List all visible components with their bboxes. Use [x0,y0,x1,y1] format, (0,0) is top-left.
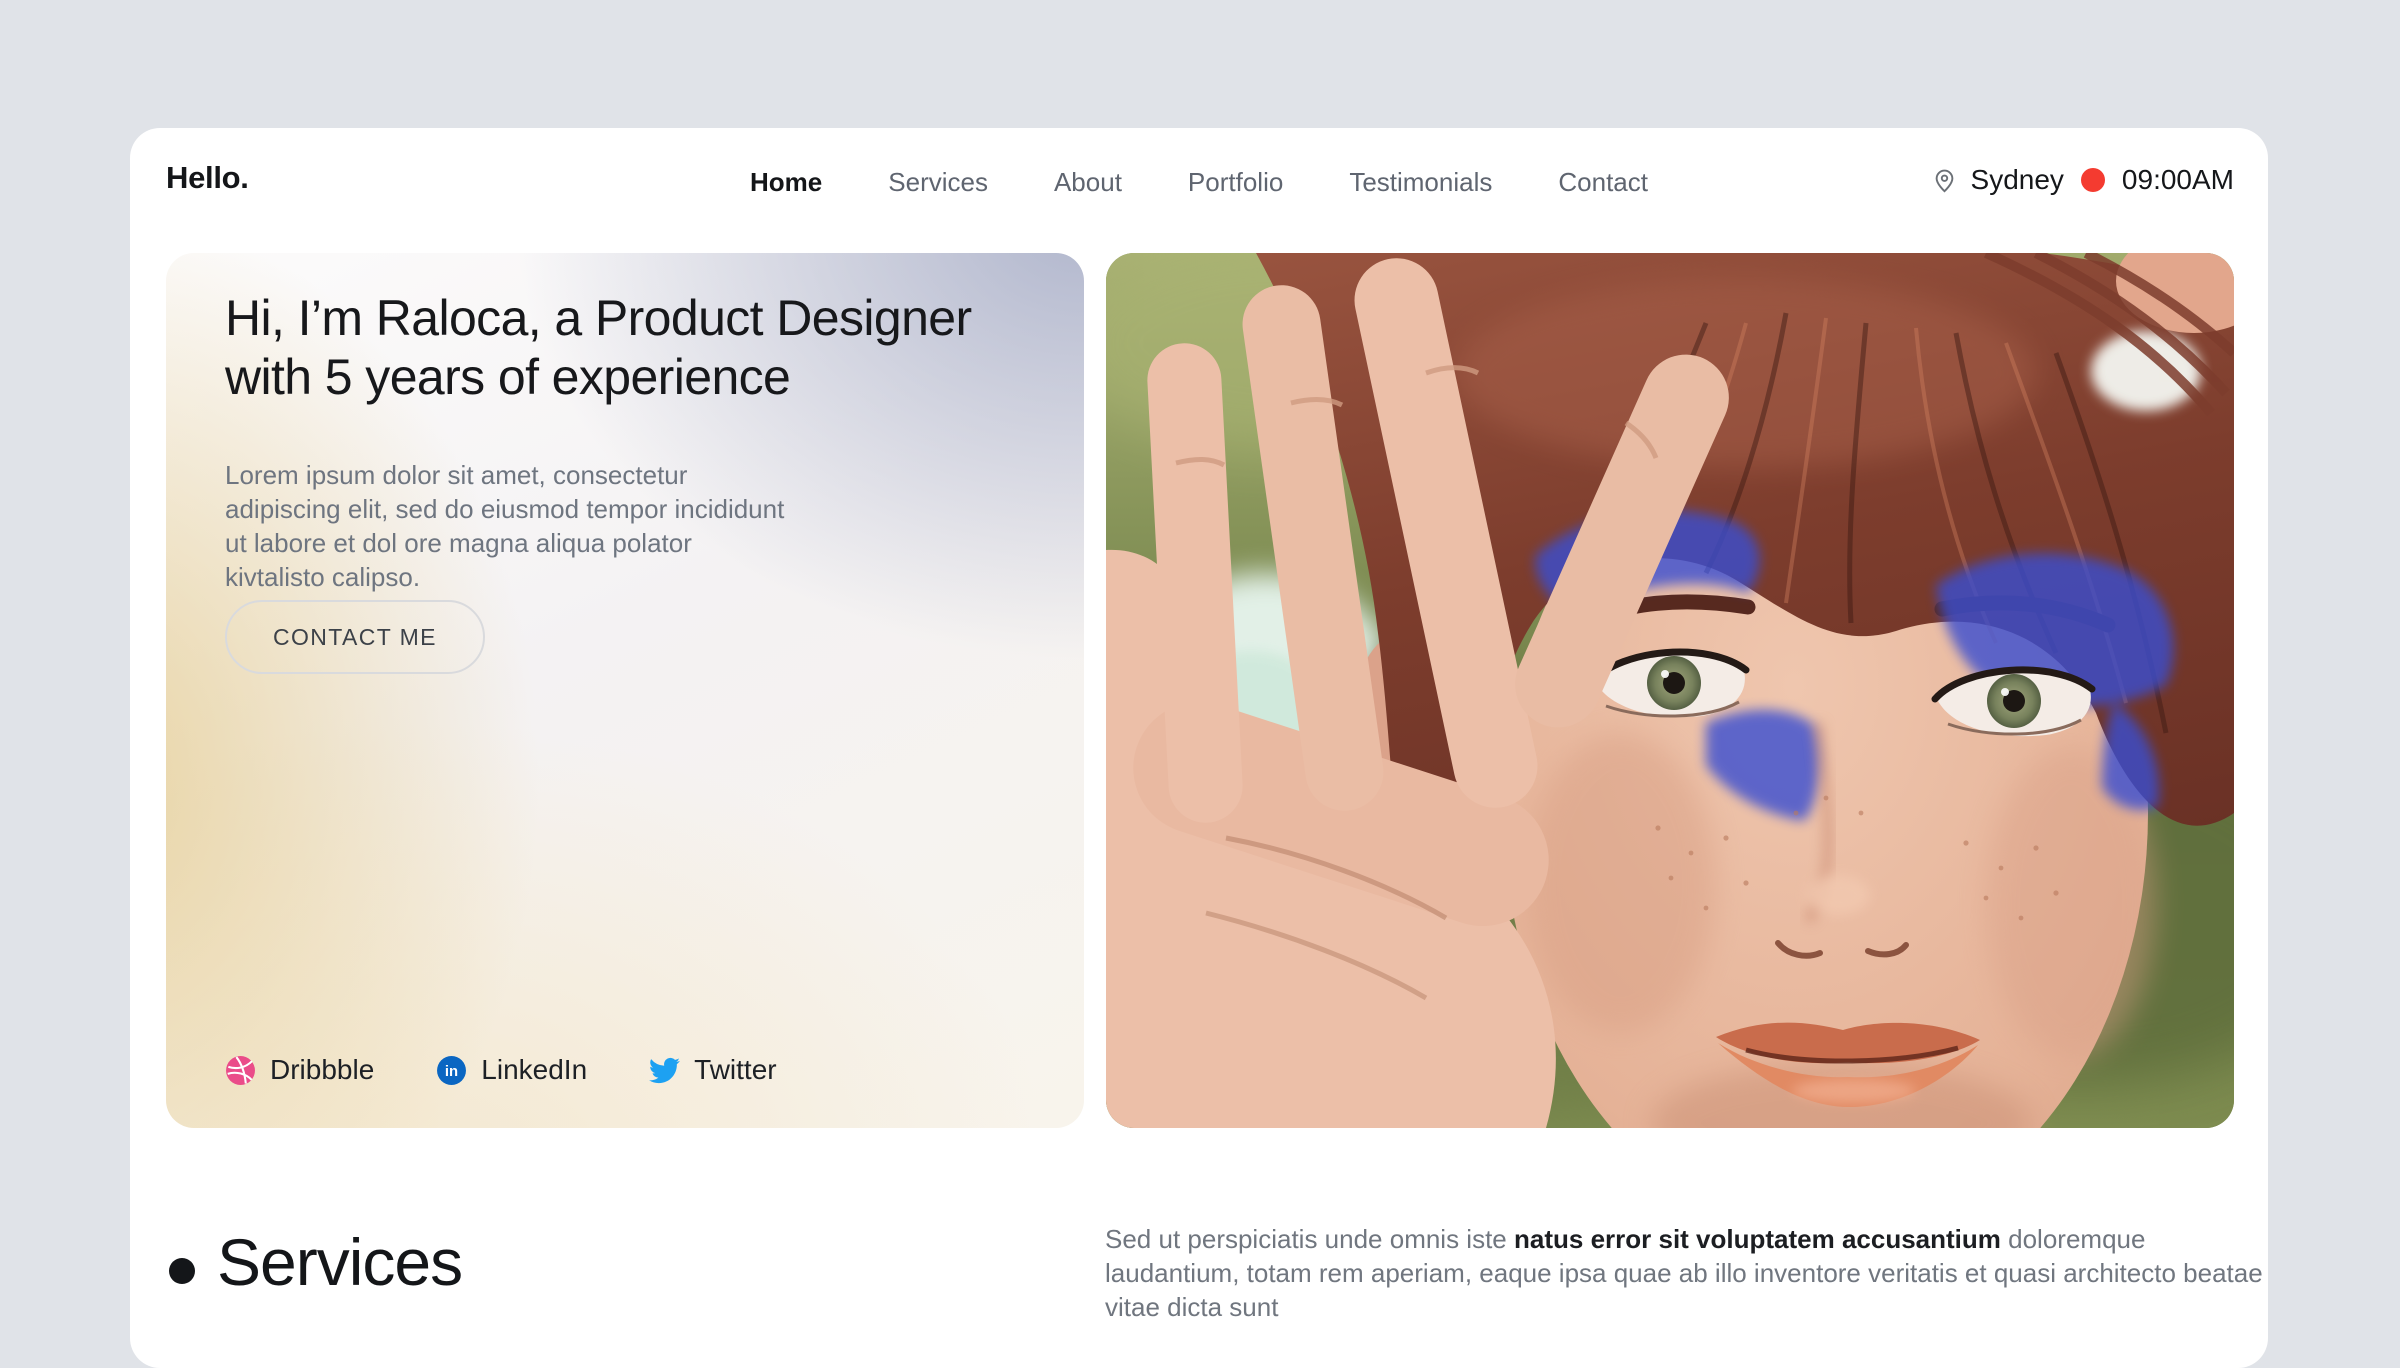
contact-me-button[interactable]: CONTACT ME [225,600,485,674]
hero-card: Hi, I’m Raloca, a Product Designer with … [166,253,1084,1128]
services-title: Services [217,1224,462,1300]
location-pin-icon [1931,167,1958,194]
services-heading: Services [169,1224,462,1300]
intro-text-1: Sed ut perspiciatis unde omnis iste [1105,1224,1514,1254]
social-link-linkedin[interactable]: in LinkedIn [436,1054,587,1086]
intro-text-bold: natus error sit voluptatem accusantium [1514,1224,2001,1254]
logo[interactable]: Hello. [166,160,249,196]
nav-item-portfolio[interactable]: Portfolio [1188,167,1283,198]
dribbble-icon [225,1055,256,1086]
nav-item-home[interactable]: Home [750,167,822,198]
location-time: Sydney 09:00AM [1931,164,2234,196]
main-panel: Hello. Home Services About Portfolio Tes… [130,128,2268,1368]
portrait-photo [1106,253,2234,1128]
social-link-twitter[interactable]: Twitter [649,1054,776,1086]
social-link-dribbble[interactable]: Dribbble [225,1054,374,1086]
services-bullet [169,1258,195,1284]
linkedin-icon: in [436,1055,467,1086]
nav-item-about[interactable]: About [1054,167,1122,198]
local-time: 09:00AM [2122,164,2234,196]
nav-item-testimonials[interactable]: Testimonials [1349,167,1492,198]
portrait-illustration [1106,253,2234,1128]
nav-item-contact[interactable]: Contact [1558,167,1648,198]
services-intro: Sed ut perspiciatis unde omnis iste natu… [1105,1222,2265,1324]
social-label: LinkedIn [481,1054,587,1086]
nav-item-services[interactable]: Services [888,167,988,198]
main-menu: Home Services About Portfolio Testimonia… [750,167,1648,198]
svg-text:in: in [445,1064,458,1080]
social-label: Twitter [694,1054,776,1086]
twitter-icon [649,1055,680,1086]
hero-heading: Hi, I’m Raloca, a Product Designer with … [225,289,972,407]
location-city: Sydney [1971,164,2064,196]
hero-heading-line2: with 5 years of experience [225,348,972,407]
social-links: Dribbble in LinkedIn Twitter [225,1054,777,1086]
hero-heading-line1: Hi, I’m Raloca, a Product Designer [225,289,972,348]
hero-paragraph: Lorem ipsum dolor sit amet, consectetur … [225,458,785,594]
red-status-dot [2081,168,2105,192]
social-label: Dribbble [270,1054,374,1086]
